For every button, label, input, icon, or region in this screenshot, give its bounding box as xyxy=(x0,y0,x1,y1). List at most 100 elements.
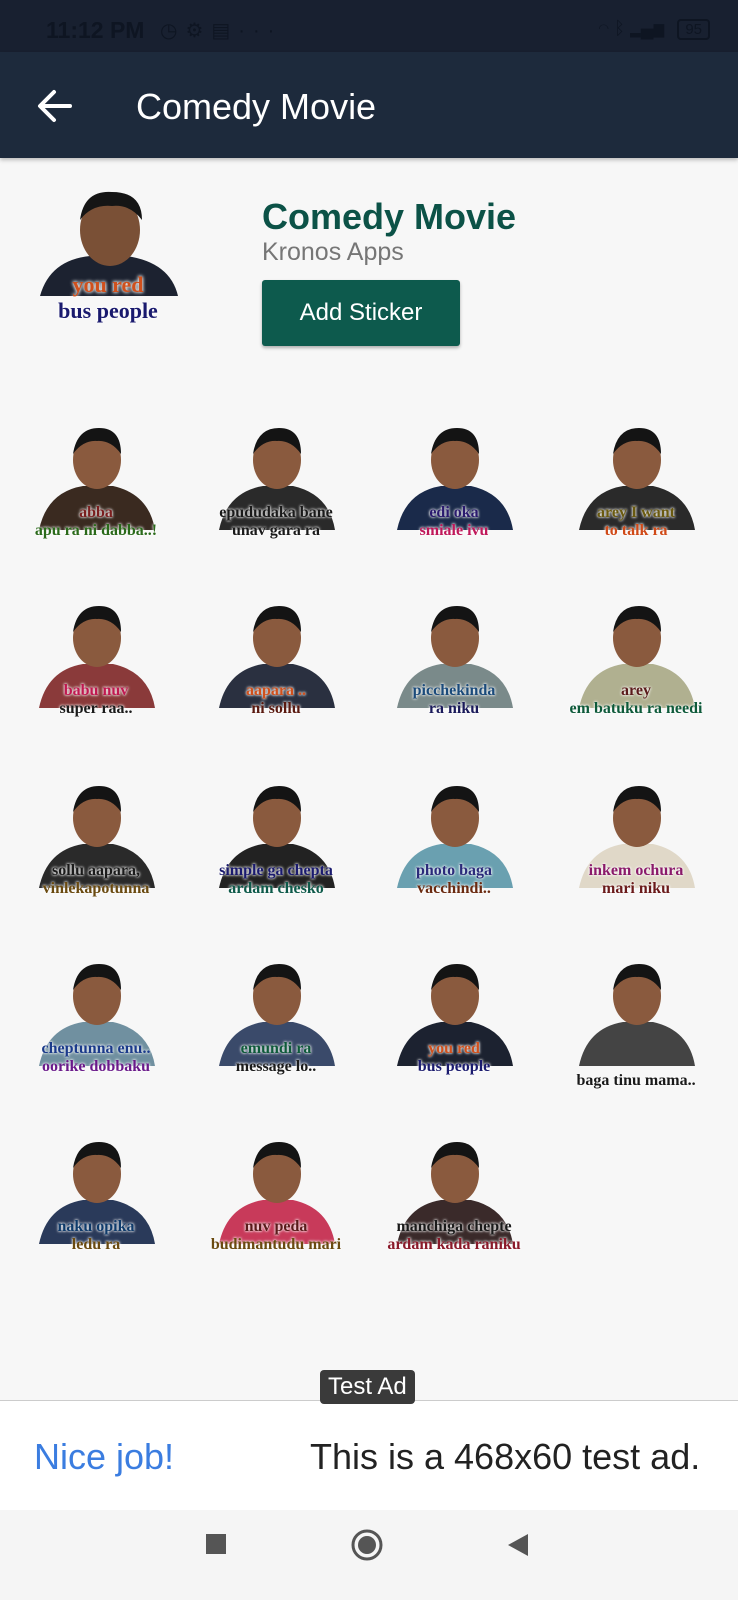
sticker-caption: naku opika ledu ra xyxy=(16,1218,176,1254)
status-bar: 11:12 PM ◷⚙▤··· ◠ ᛒ ▂▄▆ 95 xyxy=(0,0,738,52)
sticker-caption: arey em batuku ra needi xyxy=(556,682,716,718)
sticker-caption: you red bus people xyxy=(374,1040,534,1076)
sticker-item[interactable]: photo baga vacchindi.. xyxy=(374,768,534,918)
tray-sticker: you red bus people xyxy=(30,184,186,334)
sticker-caption-line: ni sollu xyxy=(251,699,301,717)
sticker-caption-line: baga tinu mama.. xyxy=(576,1072,696,1089)
signal-icon: ▂▄▆ xyxy=(629,18,665,38)
sticker-item[interactable]: simple ga chepta ardam chesko xyxy=(196,768,356,918)
sticker-caption-line: budimantudu mari xyxy=(210,1235,342,1253)
wifi-icon: ◠ xyxy=(598,18,610,38)
sticker-caption: photo baga vacchindi.. xyxy=(374,862,534,898)
sticker-caption-line: mari niku xyxy=(601,879,670,897)
sticker-item[interactable]: aapara .. ni sollu xyxy=(196,588,356,738)
sticker-caption-line: sollu aapara, xyxy=(51,862,140,879)
sticker-caption-line: arey I want xyxy=(597,504,675,521)
navigation-bar xyxy=(0,1510,738,1600)
tray-caption-line1: you red xyxy=(72,272,144,297)
sticker-caption: cheptunna enu.. oorike dobbaku xyxy=(16,1040,176,1076)
sticker-item[interactable]: cheptunna enu.. oorike dobbaku xyxy=(16,946,176,1096)
sticker-item[interactable]: manchiga chepte ardam kada raniku xyxy=(374,1124,534,1274)
sticker-caption-line: apu ra ni dabba..! xyxy=(34,521,158,539)
app-title: Comedy Movie xyxy=(136,86,377,127)
sticker-caption: simple ga chepta ardam chesko xyxy=(196,862,356,898)
sticker-caption: edi oka smiale ivu xyxy=(374,504,534,540)
sticker-caption: manchiga chepte ardam kada raniku xyxy=(374,1218,534,1254)
sticker-caption-line: message lo.. xyxy=(235,1057,317,1075)
sticker-caption-line: vinlekapotunna xyxy=(42,879,150,897)
sticker-caption-line: to talk ra xyxy=(604,521,668,539)
status-system-icons: ◠ ᛒ ▂▄▆ 95 xyxy=(598,18,710,40)
sticker-caption-line: aapara .. xyxy=(246,682,306,699)
tray-caption-line2: bus people xyxy=(58,298,158,323)
sticker-item[interactable]: you red bus people xyxy=(374,946,534,1096)
sticker-person-image xyxy=(579,964,695,1066)
sticker-item[interactable]: babu nuv super raa.. xyxy=(16,588,176,738)
sticker-caption-line: cheptunna enu.. xyxy=(41,1040,151,1057)
status-time: 11:12 PM xyxy=(46,17,145,43)
sticker-item[interactable]: nuv peda budimantudu mari xyxy=(196,1124,356,1274)
sticker-caption: epududaka bane unav gara ra xyxy=(196,504,356,540)
sticker-item[interactable]: sollu aapara, vinlekapotunna xyxy=(16,768,176,918)
sticker-caption: aapara .. ni sollu xyxy=(196,682,356,718)
sticker-caption: abba apu ra ni dabba..! xyxy=(16,504,176,540)
sticker-caption-line: super raa.. xyxy=(59,699,133,717)
sticker-caption-line: smiale ivu xyxy=(419,521,489,539)
ad-tag: Test Ad xyxy=(320,1370,415,1404)
sticker-caption-line: emundi ra xyxy=(240,1040,312,1057)
sticker-caption: babu nuv super raa.. xyxy=(16,682,176,718)
sticker-item[interactable]: arey I want to talk ra xyxy=(556,410,716,560)
sticker-caption-line: ra niku xyxy=(428,699,480,717)
add-sticker-button[interactable]: Add Sticker xyxy=(262,280,460,346)
sticker-caption-line: simple ga chepta xyxy=(219,862,333,879)
sticker-caption-line: edi oka xyxy=(429,504,479,521)
bluetooth-icon: ᛒ xyxy=(614,18,625,38)
sticker-caption-line: babu nuv xyxy=(63,682,129,699)
sticker-caption-line: manchiga chepte xyxy=(396,1218,512,1235)
sticker-caption-line: ledu ra xyxy=(71,1235,121,1253)
sticker-caption-line: bus people xyxy=(417,1057,491,1075)
sticker-item[interactable]: arey em batuku ra needi xyxy=(556,588,716,738)
sticker-caption-line: vacchindi.. xyxy=(417,879,491,897)
sticker-caption: baga tinu mama.. xyxy=(556,1072,716,1090)
sticker-caption: emundi ra message lo.. xyxy=(196,1040,356,1076)
sticker-caption-line: photo baga xyxy=(415,862,493,879)
sticker-caption-line: nuv peda xyxy=(244,1218,308,1235)
app-bar: Comedy Movie xyxy=(0,52,738,158)
sticker-caption-line: ardam chesko xyxy=(228,879,324,897)
sticker-item[interactable]: baga tinu mama.. xyxy=(556,946,716,1096)
home-circle-icon[interactable] xyxy=(350,1528,384,1562)
sticker-item[interactable]: edi oka smiale ivu xyxy=(374,410,534,560)
back-arrow-icon[interactable] xyxy=(30,82,78,130)
sticker-caption-line: epududaka bane xyxy=(219,504,333,521)
sticker-item[interactable]: abba apu ra ni dabba..! xyxy=(16,410,176,560)
sticker-caption-line: naku opika xyxy=(57,1218,135,1235)
recents-square-icon[interactable] xyxy=(204,1532,228,1556)
sticker-item[interactable]: inkem ochura mari niku xyxy=(556,768,716,918)
status-notification-icons: ◷⚙▤··· xyxy=(160,20,283,42)
sticker-caption-line: you red xyxy=(428,1040,480,1057)
back-triangle-icon[interactable] xyxy=(506,1532,530,1558)
sticker-item[interactable]: emundi ra message lo.. xyxy=(196,946,356,1096)
sticker-caption-line: arey xyxy=(621,682,651,699)
battery-icon: 95 xyxy=(677,19,710,40)
pack-title: Comedy Movie xyxy=(262,196,517,237)
sticker-caption: sollu aapara, vinlekapotunna xyxy=(16,862,176,898)
ad-headline[interactable]: Nice job! xyxy=(34,1436,174,1478)
sticker-caption-line: abba xyxy=(79,504,113,521)
sticker-caption-line: ardam kada raniku xyxy=(387,1235,521,1253)
sticker-caption-line: oorike dobbaku xyxy=(41,1057,151,1075)
sticker-item[interactable]: epududaka bane unav gara ra xyxy=(196,410,356,560)
sticker-item[interactable]: naku opika ledu ra xyxy=(16,1124,176,1274)
sticker-caption: inkem ochura mari niku xyxy=(556,862,716,898)
sticker-caption: arey I want to talk ra xyxy=(556,504,716,540)
pack-publisher: Kronos Apps xyxy=(262,238,404,266)
sticker-caption-line: unav gara ra xyxy=(232,521,320,539)
sticker-item[interactable]: picchekinda ra niku xyxy=(374,588,534,738)
sticker-caption: picchekinda ra niku xyxy=(374,682,534,718)
sticker-caption-line: inkem ochura xyxy=(588,862,684,879)
ad-body[interactable]: This is a 468x60 test ad. xyxy=(310,1436,700,1478)
sticker-caption-line: em batuku ra needi xyxy=(569,699,703,717)
sticker-caption: nuv peda budimantudu mari xyxy=(196,1218,356,1254)
sticker-caption-line: picchekinda xyxy=(412,682,496,699)
